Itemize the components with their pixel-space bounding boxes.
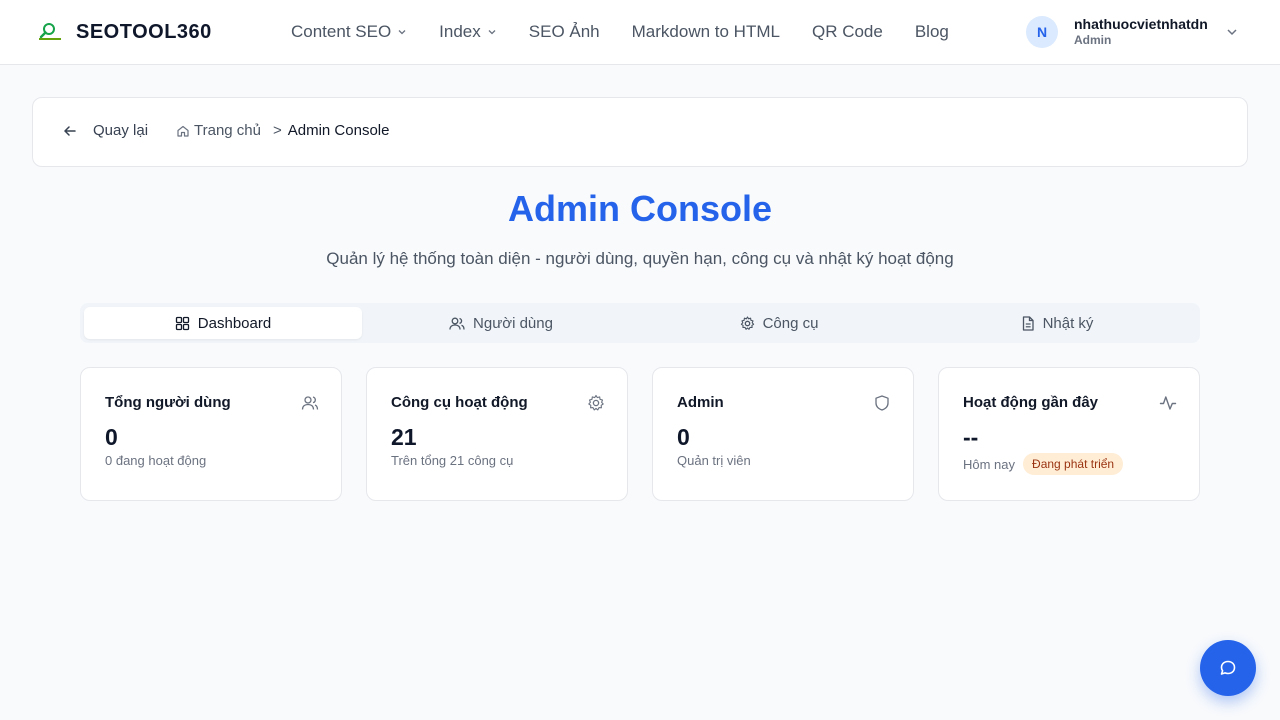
back-label: Quay lại: [93, 122, 149, 139]
chat-bubble-icon: [1220, 660, 1236, 675]
status-badge: Đang phát triển: [1023, 453, 1124, 475]
nav-item-label: QR Code: [811, 22, 883, 41]
card-value: 0: [677, 424, 690, 450]
grid-icon: [175, 316, 189, 330]
home-icon: [177, 125, 189, 137]
logo-icon: [36, 20, 64, 44]
back-button[interactable]: Quay lại: [63, 122, 148, 139]
card-subtext: Trên tổng 21 công cụ: [391, 453, 514, 468]
chat-button[interactable]: [1200, 640, 1256, 696]
card-value: 21: [391, 424, 417, 450]
brand-name: SEOTOOL360: [76, 20, 212, 43]
nav-item-label: Markdown to HTML: [631, 22, 780, 41]
arrow-left-icon: [64, 125, 76, 136]
nav-markdown-to-html[interactable]: Markdown to HTML: [632, 22, 780, 42]
breadcrumb-card: Quay lại Trang chủ > Admin Console: [32, 97, 1248, 167]
tab-logs[interactable]: Nhật ký: [918, 307, 1196, 339]
users-icon: [301, 396, 319, 410]
stat-card-admin: Admin 0 Quản trị viên: [652, 367, 914, 501]
nav-blog[interactable]: Blog: [915, 22, 949, 42]
tab-label: Người dùng: [473, 314, 553, 332]
nav-item-label: Index: [439, 22, 481, 41]
tab-label: Nhật ký: [1042, 314, 1094, 332]
breadcrumb-current: Admin Console: [287, 122, 390, 139]
card-title: Tổng người dùng: [105, 394, 231, 411]
card-title: Hoạt động gần đây: [963, 394, 1098, 411]
main-nav: Content SEO Index SEO Ảnh Markdown to HT…: [291, 0, 949, 64]
shield-icon: [875, 395, 889, 411]
user-role: Admin: [1074, 33, 1112, 48]
tab-bar: Dashboard Người dùng Công cụ Nhật ký: [80, 303, 1200, 343]
chevron-down-icon: [1227, 29, 1237, 36]
breadcrumb-home[interactable]: Trang chủ: [176, 122, 261, 139]
card-subtext: Quản trị viên: [677, 453, 751, 468]
user-menu[interactable]: N nhathuocvietnhatdn Admin: [1026, 16, 1237, 48]
brand-logo[interactable]: SEOTOOL360: [36, 20, 212, 44]
file-text-icon: [1022, 315, 1034, 331]
top-header: SEOTOOL360 Content SEO Index SEO Ảnh Mar…: [0, 0, 1280, 65]
card-value: 0: [105, 424, 118, 450]
tab-label: Công cụ: [762, 314, 819, 332]
tab-tools[interactable]: Công cụ: [640, 307, 918, 339]
stat-card-recent-activity: Hoạt động gần đây -- Hôm nay Đang phát t…: [938, 367, 1200, 501]
breadcrumb-separator: >: [272, 122, 282, 139]
stat-card-active-tools: Công cụ hoạt động 21 Trên tổng 21 công c…: [366, 367, 628, 501]
nav-item-label: Blog: [914, 22, 949, 41]
nav-qr-code[interactable]: QR Code: [812, 22, 883, 42]
breadcrumb: Trang chủ > Admin Console: [176, 122, 389, 139]
users-icon: [449, 317, 465, 330]
nav-item-label: SEO Ảnh: [528, 22, 600, 41]
card-subtext-row: Hôm nay Đang phát triển: [963, 453, 1124, 475]
nav-seo-anh[interactable]: SEO Ảnh: [529, 22, 600, 42]
user-info: nhathuocvietnhatdn Admin: [1074, 16, 1208, 48]
card-value: --: [963, 424, 979, 450]
page-subtitle: Quản lý hệ thống toàn diện - người dùng,…: [326, 249, 954, 268]
card-title: Admin: [677, 394, 724, 411]
avatar: N: [1026, 16, 1058, 48]
tab-label: Dashboard: [197, 314, 272, 332]
card-subtext: 0 đang hoạt động: [105, 453, 207, 468]
nav-item-label: Content SEO: [291, 22, 392, 41]
tab-users[interactable]: Người dùng: [362, 307, 640, 339]
activity-icon: [1159, 396, 1177, 410]
tab-dashboard[interactable]: Dashboard: [84, 307, 362, 339]
stat-card-total-users: Tổng người dùng 0 0 đang hoạt động: [80, 367, 342, 501]
card-title: Công cụ hoạt động: [391, 394, 528, 411]
nav-index[interactable]: Index: [439, 22, 497, 42]
card-subtext: Hôm nay: [963, 456, 1016, 472]
user-name: nhathuocvietnhatdn: [1074, 16, 1208, 33]
breadcrumb-home-label: Trang chủ: [194, 122, 261, 139]
nav-content-seo[interactable]: Content SEO: [291, 22, 407, 42]
chevron-down-icon: [488, 30, 496, 35]
gear-icon: [588, 394, 604, 411]
gear-icon: [740, 315, 754, 330]
chevron-down-icon: [398, 30, 406, 35]
page-title: Admin Console: [507, 188, 772, 229]
